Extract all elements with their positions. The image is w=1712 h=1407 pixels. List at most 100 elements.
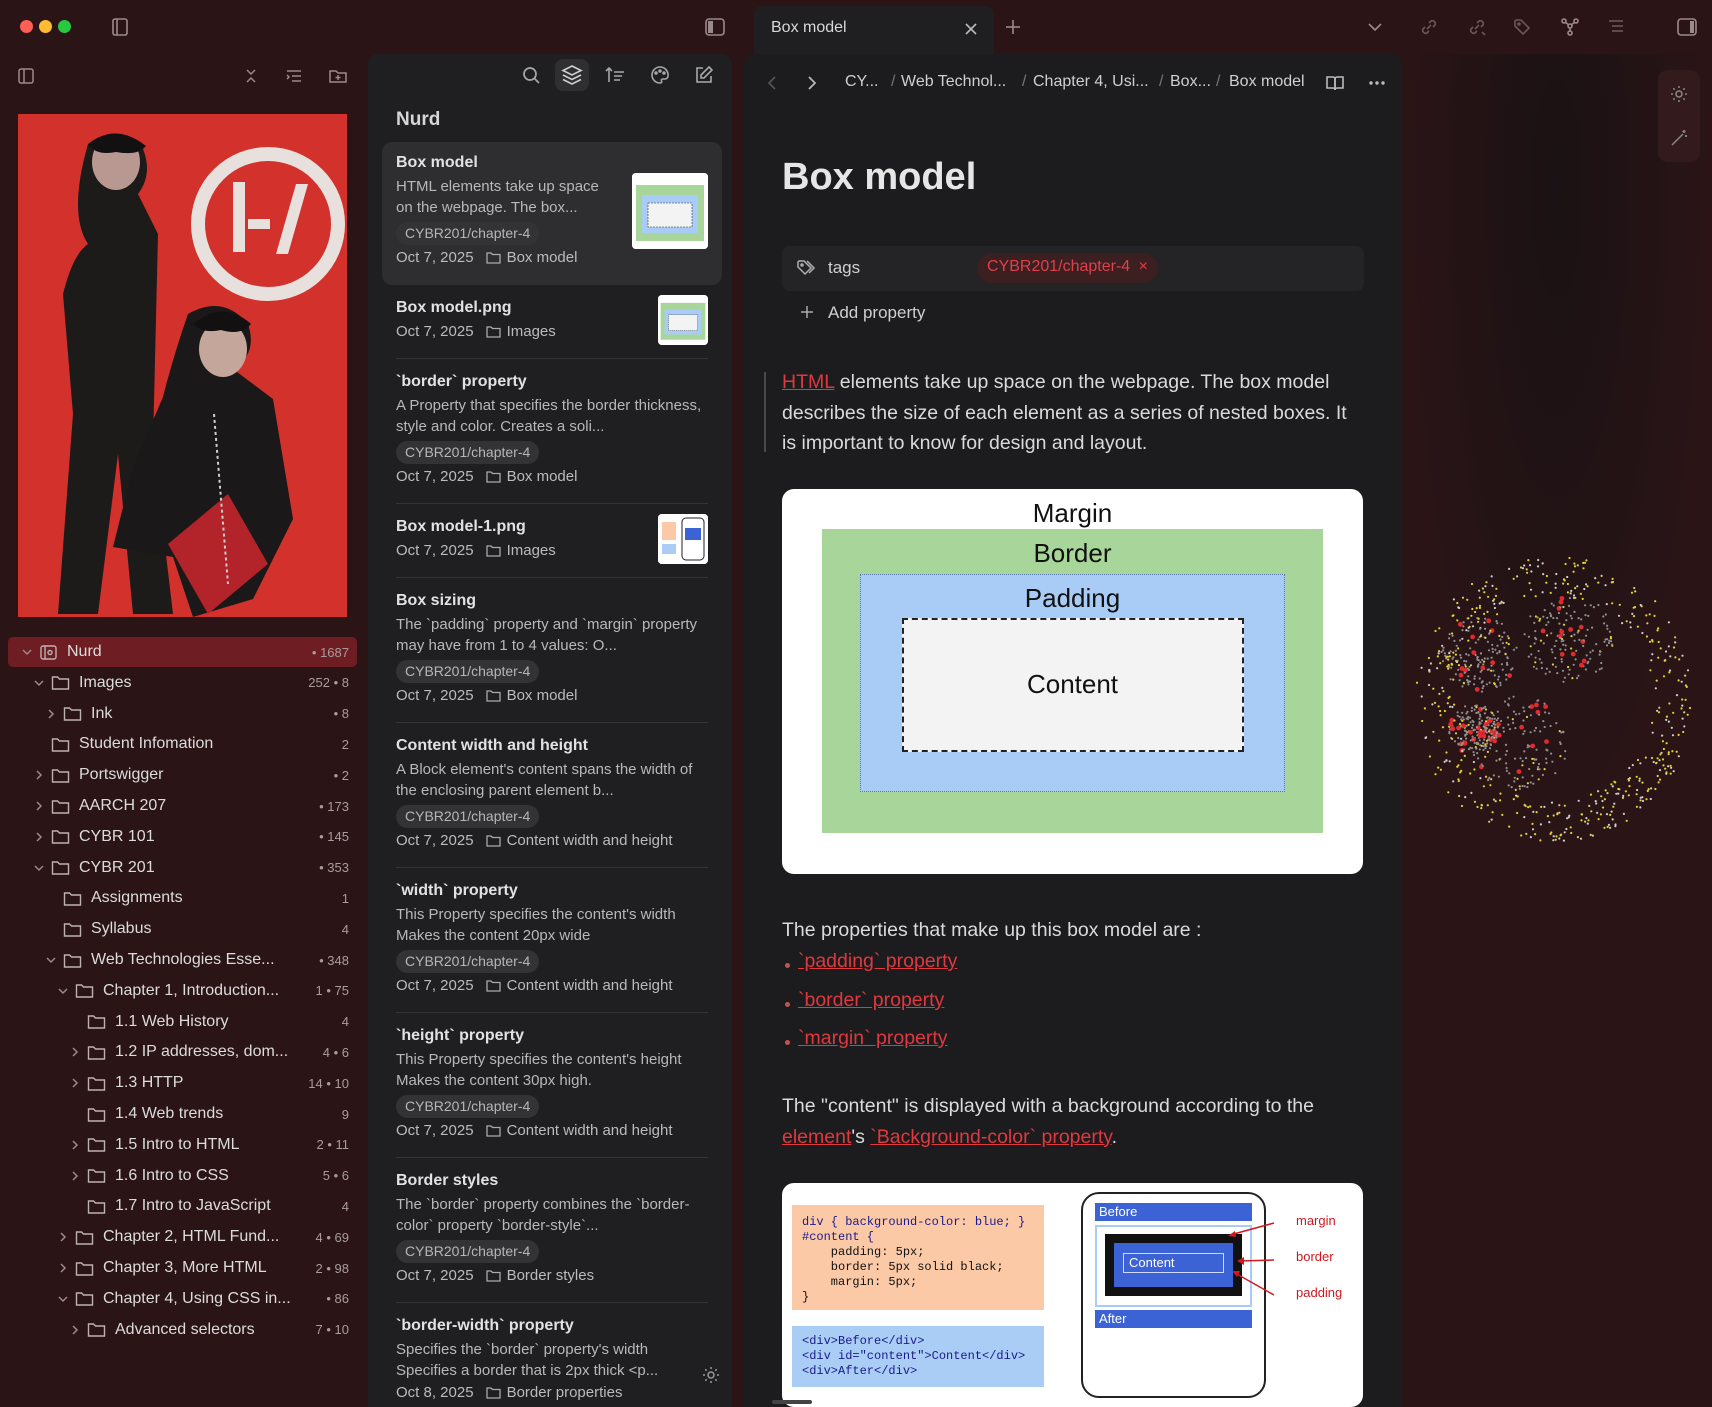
border-property-link[interactable]: `border` property [798, 989, 944, 1012]
horizontal-scrollbar[interactable] [772, 1400, 812, 1404]
note-card[interactable]: Box model-1.png Oct 7, 2025 Images [382, 506, 722, 578]
chevron-right-icon[interactable] [44, 707, 58, 721]
tree-item[interactable]: 1.4 Web trends 9 [8, 1099, 357, 1129]
maximize-window-button[interactable] [58, 20, 71, 33]
tree-item[interactable]: Chapter 3, More HTML 2 • 98 [8, 1253, 357, 1283]
remove-tag-icon[interactable]: × [1139, 258, 1148, 275]
tree-item[interactable]: Images 252 • 8 [8, 668, 357, 698]
collapse-all-icon[interactable] [241, 66, 261, 86]
breadcrumb-vault[interactable]: CY... [845, 73, 879, 91]
sidebar-layout-icon[interactable] [16, 66, 36, 86]
minimize-window-button[interactable] [39, 20, 52, 33]
close-window-button[interactable] [20, 20, 33, 33]
tree-item[interactable]: CYBR 101 • 145 [8, 822, 357, 852]
more-options-icon[interactable] [1366, 72, 1388, 94]
note-card[interactable]: Box model.png Oct 7, 2025 Images [382, 287, 722, 359]
list-settings-gear-icon[interactable] [701, 1365, 721, 1385]
tree-item[interactable]: Chapter 4, Using CSS in... • 86 [8, 1284, 357, 1314]
tree-item[interactable]: Nurd • 1687 [8, 637, 357, 667]
close-tab-icon[interactable] [962, 20, 980, 38]
chevron-down-icon[interactable] [56, 984, 70, 998]
note-card-tag[interactable]: CYBR201/chapter-4 [396, 222, 540, 245]
settings-gear-icon[interactable] [1669, 84, 1689, 104]
panel-toggle-icon[interactable] [704, 16, 726, 38]
tree-item[interactable]: 1.3 HTTP 14 • 10 [8, 1068, 357, 1098]
tree-item[interactable]: Portswigger • 2 [8, 760, 357, 790]
note-card-tag[interactable]: CYBR201/chapter-4 [396, 805, 540, 828]
chevron-down-icon[interactable] [56, 1292, 70, 1306]
chevron-down-icon[interactable] [44, 953, 58, 967]
add-property-button[interactable]: Add property [828, 303, 925, 323]
tab-box-model[interactable]: Box model [754, 6, 994, 54]
note-card[interactable]: `height` property This Property specifies… [382, 1015, 722, 1158]
chevron-down-icon[interactable] [32, 861, 46, 875]
tree-item[interactable]: 1.1 Web History 4 [8, 1007, 357, 1037]
breadcrumb-web-technologies[interactable]: Web Technol... [901, 73, 1006, 91]
note-card[interactable]: `width` property This Property specifies … [382, 870, 722, 1013]
tree-item[interactable]: Student Infomation 2 [8, 729, 357, 759]
tree-item[interactable]: 1.7 Intro to JavaScript 4 [8, 1191, 357, 1221]
background-color-link[interactable]: `Background-color` property [870, 1126, 1111, 1148]
chevron-right-icon[interactable] [68, 1076, 82, 1090]
breadcrumb-chapter-4[interactable]: Chapter 4, Usi... [1033, 73, 1149, 91]
tree-item[interactable]: Web Technologies Esse... • 348 [8, 945, 357, 975]
add-icon[interactable] [798, 303, 816, 321]
chevron-right-icon[interactable] [56, 1230, 70, 1244]
tree-item[interactable]: Chapter 1, Introduction... 1 • 75 [8, 976, 357, 1006]
forward-arrow-icon[interactable] [802, 74, 820, 92]
breadcrumb-box-folder[interactable]: Box... [1170, 73, 1211, 91]
breadcrumb-current-note[interactable]: Box model [1229, 73, 1305, 91]
tree-item[interactable]: AARCH 207 • 173 [8, 791, 357, 821]
graph-view-canvas[interactable] [1414, 554, 1694, 844]
chevron-down-icon[interactable] [32, 676, 46, 690]
tree-item[interactable]: 1.5 Intro to HTML 2 • 11 [8, 1130, 357, 1160]
chevron-right-icon[interactable] [32, 799, 46, 813]
tag-pill[interactable]: CYBR201/chapter-4 × [977, 253, 1158, 283]
chevron-right-icon[interactable] [32, 768, 46, 782]
property-name[interactable]: tags [828, 258, 860, 278]
note-card[interactable]: `border` property A Property that specifi… [382, 361, 722, 504]
tree-item[interactable]: Chapter 2, HTML Fund... 4 • 69 [8, 1222, 357, 1252]
chevron-right-icon[interactable] [68, 1045, 82, 1059]
back-arrow-icon[interactable] [764, 74, 782, 92]
tab-list-chevron-icon[interactable] [1364, 16, 1386, 38]
new-folder-icon[interactable] [328, 66, 348, 86]
note-card-tag[interactable]: CYBR201/chapter-4 [396, 1095, 540, 1118]
tree-item[interactable]: Syllabus 4 [8, 914, 357, 944]
magic-wand-icon[interactable] [1669, 128, 1689, 148]
chevron-right-icon[interactable] [32, 830, 46, 844]
note-card-tag[interactable]: CYBR201/chapter-4 [396, 950, 540, 973]
graph-view-icon[interactable] [1559, 16, 1581, 38]
tree-item[interactable]: Assignments 1 [8, 883, 357, 913]
note-card[interactable]: `border-width` property Specifies the `bo… [382, 1305, 722, 1407]
padding-property-link[interactable]: `padding` property [798, 950, 957, 973]
backlinks-icon[interactable] [1418, 16, 1440, 38]
chevron-right-icon[interactable] [68, 1169, 82, 1183]
tree-item[interactable]: CYBR 201 • 353 [8, 853, 357, 883]
new-tab-icon[interactable] [1002, 16, 1024, 38]
note-card[interactable]: Box sizing The `padding` property and `ma… [382, 580, 722, 723]
left-sidebar-toggle-icon[interactable] [109, 16, 131, 38]
outgoing-links-icon[interactable] [1466, 16, 1488, 38]
note-card-tag[interactable]: CYBR201/chapter-4 [396, 660, 540, 683]
note-title[interactable]: Box model [782, 156, 976, 199]
margin-property-link[interactable]: `margin` property [798, 1027, 948, 1050]
note-card-tag[interactable]: CYBR201/chapter-4 [396, 441, 540, 464]
element-link[interactable]: element [782, 1126, 851, 1148]
html-link[interactable]: HTML [782, 371, 834, 393]
tags-icon[interactable] [1512, 16, 1534, 38]
outline-icon[interactable] [1605, 16, 1627, 38]
note-card[interactable]: Content width and height A Block element'… [382, 725, 722, 868]
tree-item[interactable]: 1.2 IP addresses, dom... 4 • 6 [8, 1037, 357, 1067]
reading-view-icon[interactable] [1324, 72, 1346, 94]
note-card[interactable]: Border styles The `border` property combi… [382, 1160, 722, 1303]
note-card-tag[interactable]: CYBR201/chapter-4 [396, 1240, 540, 1263]
chevron-right-icon[interactable] [68, 1138, 82, 1152]
chevron-right-icon[interactable] [68, 1323, 82, 1337]
note-card[interactable]: Box model HTML elements take up space on … [382, 142, 722, 285]
tree-item[interactable]: Ink • 8 [8, 699, 357, 729]
tree-item[interactable]: 1.6 Intro to CSS 5 • 6 [8, 1161, 357, 1191]
right-sidebar-toggle-icon[interactable] [1676, 16, 1698, 38]
chevron-right-icon[interactable] [56, 1261, 70, 1275]
sort-order-icon[interactable] [284, 66, 304, 86]
